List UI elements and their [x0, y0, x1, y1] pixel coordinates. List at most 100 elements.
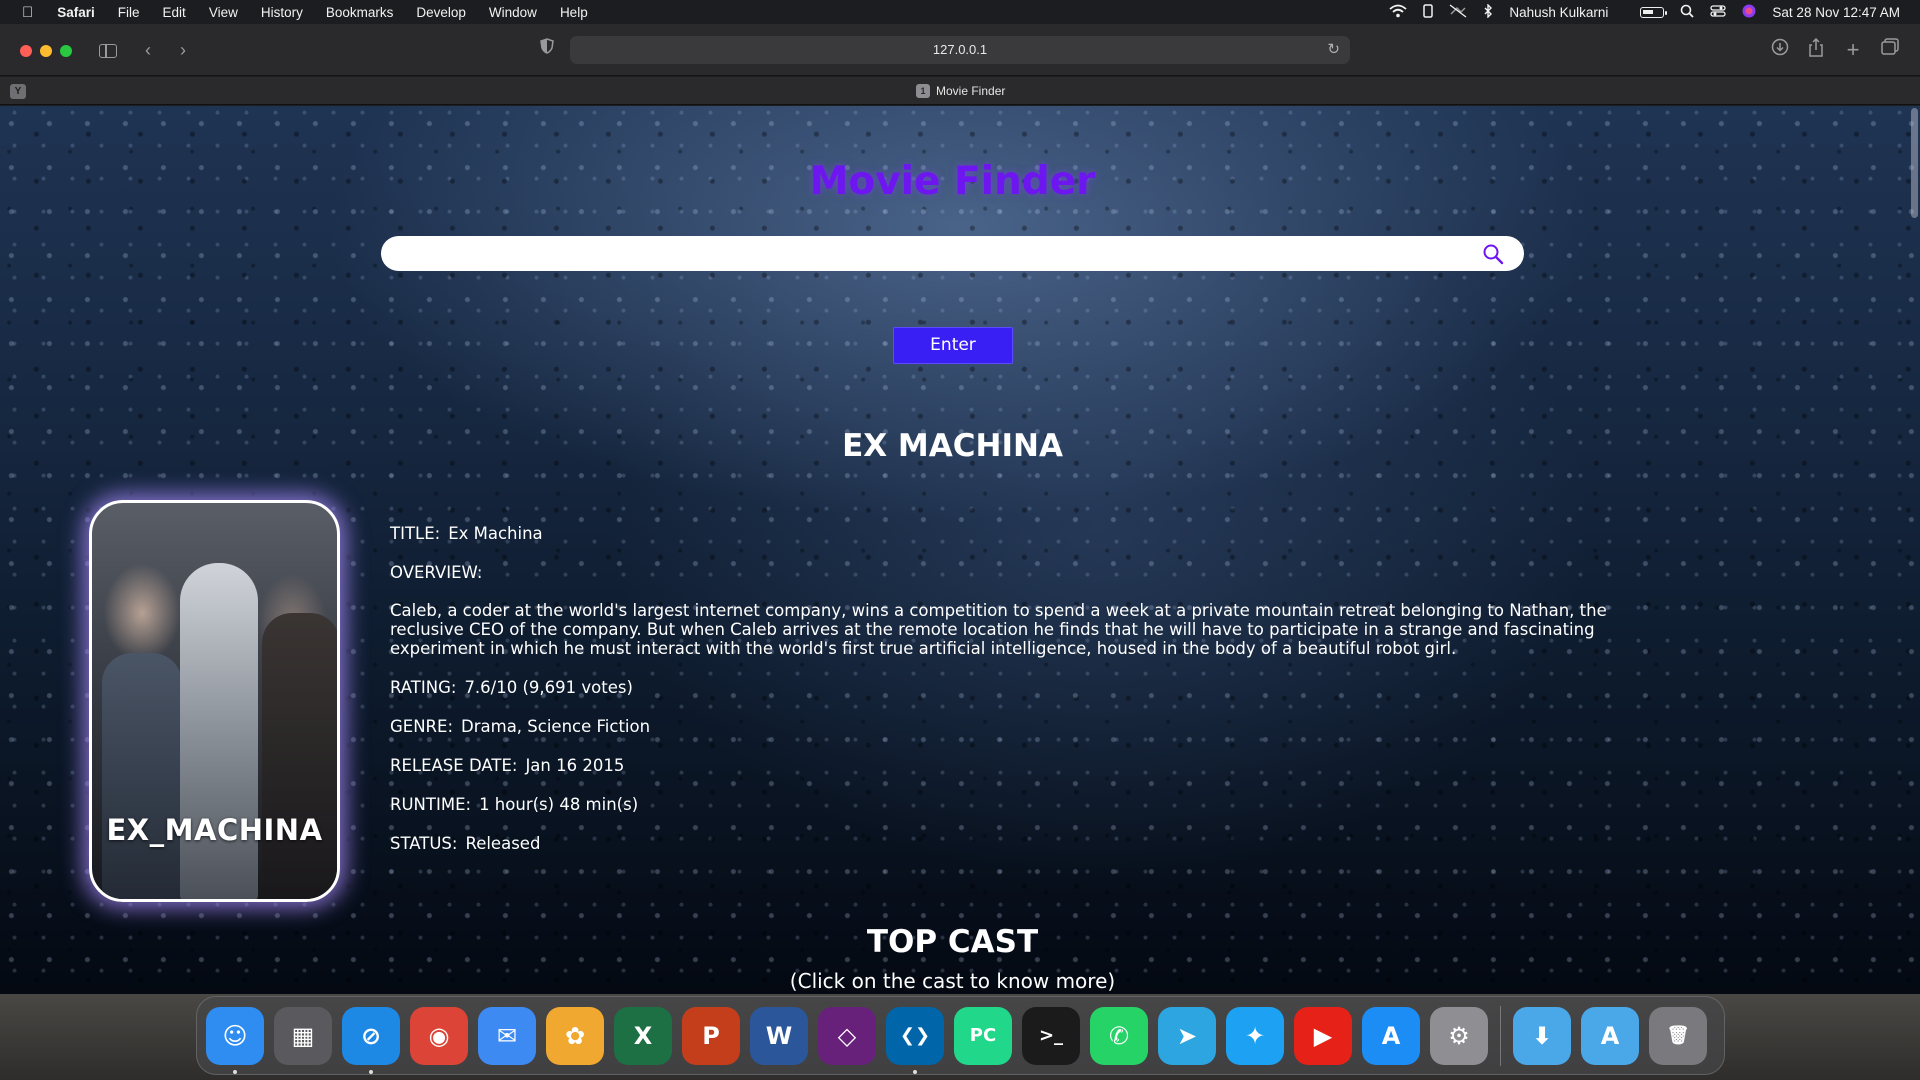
- system-preferences-glyph: ⚙: [1448, 1021, 1470, 1050]
- sidebar-toggle-icon[interactable]: [95, 38, 121, 62]
- detail-overview-text: Caleb, a coder at the world's largest in…: [390, 601, 1607, 658]
- poster-figure-left: [102, 653, 182, 899]
- running-indicator: [233, 1069, 237, 1074]
- terminal-icon[interactable]: >_: [1022, 1006, 1080, 1065]
- twitter-icon[interactable]: ✦: [1226, 1006, 1284, 1065]
- window-close-button[interactable]: [20, 45, 32, 57]
- photos-glyph: ✿: [564, 1021, 586, 1050]
- url-text: 127.0.0.1: [932, 42, 988, 57]
- user-name[interactable]: Nahush Kulkarni: [1509, 5, 1608, 20]
- menu-file[interactable]: File: [118, 5, 140, 20]
- search-input[interactable]: [381, 236, 1524, 271]
- menu-app-name[interactable]: Safari: [57, 5, 95, 20]
- top-cast-heading: TOP CAST: [866, 924, 1039, 960]
- mail-icon[interactable]: ✉: [478, 1006, 536, 1065]
- phone-mirror-icon[interactable]: [1423, 3, 1434, 21]
- downloads-folder-glyph: ⬇: [1531, 1021, 1553, 1050]
- detail-genre-value: Drama, Science Fiction: [461, 717, 651, 736]
- dock-separator: [1500, 1005, 1501, 1066]
- trash-icon[interactable]: 🗑: [1649, 1006, 1707, 1065]
- enter-button[interactable]: Enter: [893, 327, 1013, 364]
- menu-bar-left:  Safari File Edit View History Bookmark…: [0, 0, 611, 24]
- visual-studio-icon[interactable]: ◇: [818, 1006, 876, 1065]
- pinned-tab[interactable]: Y: [10, 84, 26, 99]
- launchpad-icon[interactable]: ▦: [274, 1006, 332, 1065]
- wifi-icon[interactable]: [1389, 4, 1407, 21]
- system-preferences-icon[interactable]: ⚙: [1430, 1006, 1488, 1065]
- chrome-icon[interactable]: ◉: [410, 1006, 468, 1065]
- telegram-icon[interactable]: ➤: [1158, 1006, 1216, 1065]
- menu-history[interactable]: History: [261, 5, 303, 20]
- vscode-glyph: ❮❯: [899, 1025, 931, 1046]
- new-tab-icon[interactable]: +: [1840, 38, 1866, 62]
- search-icon[interactable]: [1482, 243, 1504, 265]
- poster-title: EX_MACHINA: [106, 813, 323, 847]
- siri-icon[interactable]: [1742, 4, 1756, 21]
- bluetooth-icon[interactable]: [1483, 2, 1493, 21]
- detail-runtime-label: RUNTIME:: [390, 795, 472, 814]
- window-zoom-button[interactable]: [60, 45, 72, 57]
- menu-help[interactable]: Help: [560, 5, 588, 20]
- menu-bar:  Safari File Edit View History Bookmark…: [0, 0, 1920, 24]
- forward-icon[interactable]: ›: [170, 38, 196, 62]
- whatsapp-icon[interactable]: ✆: [1090, 1006, 1148, 1065]
- detail-title-row: TITLE: Ex Machina: [390, 524, 1660, 543]
- reload-icon[interactable]: ↻: [1327, 36, 1340, 64]
- menu-develop[interactable]: Develop: [416, 5, 466, 20]
- downloads-icon[interactable]: [1767, 38, 1793, 62]
- menu-edit[interactable]: Edit: [163, 5, 186, 20]
- youtube-icon[interactable]: ▶: [1294, 1006, 1352, 1065]
- menu-view[interactable]: View: [209, 5, 238, 20]
- detail-runtime-value: 1 hour(s) 48 min(s): [479, 795, 639, 814]
- safari-icon[interactable]: ⊘: [342, 1006, 400, 1074]
- app-store-icon[interactable]: A: [1362, 1006, 1420, 1065]
- menu-window[interactable]: Window: [489, 5, 537, 20]
- battery-icon[interactable]: [1624, 5, 1668, 20]
- menu-clock[interactable]: Sat 28 Nov 12:47 AM: [1772, 5, 1900, 20]
- detail-runtime-row: RUNTIME: 1 hour(s) 48 min(s): [390, 795, 1660, 814]
- word-icon[interactable]: W: [750, 1006, 808, 1065]
- share-icon[interactable]: [1803, 37, 1829, 62]
- spotlight-search-icon[interactable]: [1680, 4, 1695, 21]
- excel-icon[interactable]: X: [614, 1006, 672, 1065]
- tab-overview-icon[interactable]: [1877, 38, 1903, 62]
- word-glyph: W: [765, 1021, 793, 1050]
- menu-bookmarks[interactable]: Bookmarks: [326, 5, 394, 20]
- tab-movie-finder[interactable]: 1 Movie Finder: [916, 77, 1005, 105]
- control-center-icon[interactable]: [1710, 4, 1727, 21]
- vscode-icon[interactable]: ❮❯: [886, 1006, 944, 1074]
- window-minimize-button[interactable]: [40, 45, 52, 57]
- applications-folder-glyph: A: [1600, 1021, 1620, 1050]
- chrome-glyph: ◉: [428, 1021, 450, 1050]
- excel-glyph: X: [633, 1021, 653, 1050]
- detail-overview-row: OVERVIEW:: [390, 563, 1660, 582]
- photos-icon[interactable]: ✿: [546, 1006, 604, 1065]
- tab-title: Movie Finder: [936, 84, 1006, 98]
- applications-folder-icon[interactable]: A: [1581, 1006, 1639, 1065]
- page-title: Movie Finder: [809, 159, 1096, 204]
- page-scrollbar[interactable]: [1911, 108, 1918, 218]
- movie-title-heading: EX MACHINA: [842, 428, 1063, 464]
- launchpad-glyph: ▦: [291, 1021, 315, 1050]
- finder-icon[interactable]: ☺: [206, 1006, 264, 1074]
- whatsapp-glyph: ✆: [1108, 1021, 1130, 1050]
- address-bar[interactable]: 127.0.0.1 ↻: [570, 36, 1350, 64]
- tab-favicon-icon: 1: [916, 84, 930, 98]
- downloads-folder-icon[interactable]: ⬇: [1513, 1006, 1571, 1065]
- detail-release-row: RELEASE DATE: Jan 16 2015: [390, 756, 1660, 775]
- detail-status-label: STATUS:: [390, 834, 458, 853]
- pycharm-icon[interactable]: PC: [954, 1006, 1012, 1065]
- detail-rating-value: 7.6/10 (9,691 votes): [464, 678, 633, 697]
- back-icon[interactable]: ‹: [135, 38, 161, 62]
- apple-menu-icon[interactable]: : [22, 4, 33, 21]
- movie-poster: EX_MACHINA: [89, 500, 340, 902]
- poster-figure-right: [262, 613, 337, 899]
- browser-toolbar: ‹ › 127.0.0.1 ↻ +: [0, 24, 1920, 76]
- powerpoint-icon[interactable]: P: [682, 1006, 740, 1065]
- detail-title-value: Ex Machina: [448, 524, 543, 543]
- tab-bar: Y 1 Movie Finder: [0, 77, 1920, 105]
- movie-details: TITLE: Ex Machina OVERVIEW: Caleb, a code…: [390, 524, 1660, 873]
- detail-rating-label: RATING:: [390, 678, 457, 697]
- screen-mirroring-off-icon[interactable]: [1449, 3, 1467, 21]
- privacy-shield-icon[interactable]: [534, 38, 560, 62]
